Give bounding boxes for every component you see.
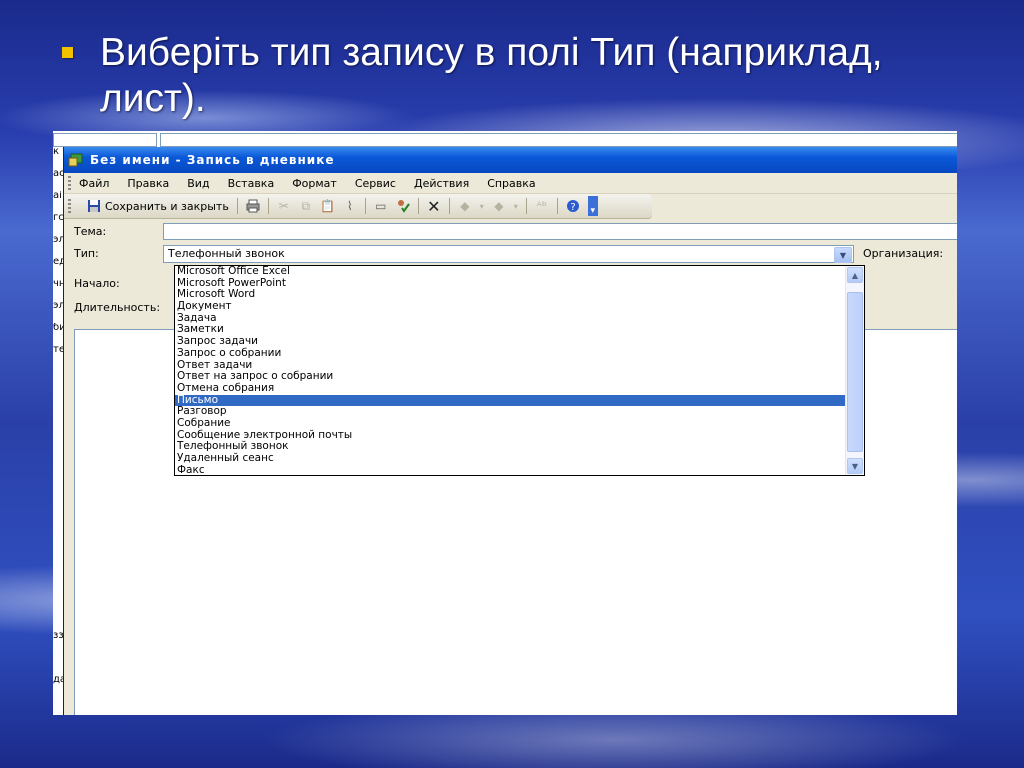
paste-icon[interactable]: 📋 [320,198,336,214]
background-edge-text [53,477,63,499]
dropdown-option[interactable]: Удаленный сеанс [175,452,845,465]
menu-tools[interactable]: Сервис [355,177,396,190]
type-dropdown-items: Microsoft Office Excel Microsoft PowerPoi… [175,265,845,477]
journal-entry-window: Без имени - Запись в дневнике Файл Правк… [63,147,957,715]
background-edge-text [53,389,63,411]
background-edge-text [53,499,63,521]
background-edge-text: гс [53,213,63,223]
background-edge-text [53,697,63,715]
background-edge-text: ас [53,169,63,179]
background-edge-text [53,521,63,543]
start-label: Начало: [74,277,120,290]
help-icon[interactable]: ? [565,198,581,214]
dropdown-option[interactable]: Разговор [175,406,845,418]
organization-label: Организация: [863,247,944,260]
save-and-close-button[interactable]: Сохранить и закрыть [79,196,233,216]
copy-icon[interactable]: ⧉ [298,198,314,214]
dropdown-scrollbar[interactable]: ▲ ▼ [845,266,864,475]
duration-label: Длительность: [74,301,161,314]
menu-format[interactable]: Формат [292,177,337,190]
dropdown-option[interactable]: Телефонный звонок [175,441,845,453]
toolbar-grip[interactable] [68,199,71,213]
slide-bullet-text: Виберіть тип запису в полі Тип (наприкла… [100,31,883,120]
background-edge-text: аі [53,191,62,201]
background-edge-text [53,433,63,455]
menu-view[interactable]: Вид [187,177,209,190]
toolbar-overflow-chevron-icon[interactable]: ▾ [587,196,598,216]
dropdown-option[interactable]: Microsoft PowerPoint [175,277,845,290]
background-edge-text [53,565,63,587]
menubar-grip[interactable] [68,176,71,190]
previous-dropdown-icon[interactable]: ▾ [479,198,485,214]
background-edge-text [53,653,63,675]
background-edge-text: чн [53,279,63,289]
background-edge-text: би [53,323,63,333]
svg-text:?: ? [570,202,575,213]
bullet-square-icon [62,47,73,58]
save-and-close-label: Сохранить и закрыть [105,199,229,213]
dropdown-option[interactable]: Факс [175,464,845,477]
dropdown-option[interactable]: Собрание [175,417,845,430]
dropdown-option[interactable]: Ответ на запрос о собрании [175,370,845,383]
floppy-disk-icon [86,198,102,214]
background-edge-text: ед [53,257,63,267]
journal-icon [68,153,84,167]
menu-bar: Файл Правка Вид Вставка Формат Сервис Де… [64,173,957,194]
dropdown-option[interactable]: Документ [175,300,845,313]
delete-icon[interactable]: ✕ [426,197,442,216]
menu-edit[interactable]: Правка [127,177,169,190]
outlook-screenshot: к ас аі гс эл ед чн эл би те зз да Без имени - Запи… [53,131,957,715]
menu-help[interactable]: Справка [487,177,535,190]
slide-bullet: Виберіть тип запису в полі Тип (наприкла… [62,30,964,122]
background-edge-text: эл [53,301,63,311]
standard-toolbar: Сохранить и закрыть ✂ ⧉ 📋 ⌇ ▭ ✕ ◆ ▾ ◆ ▾ [64,194,652,219]
background-edge-text: зз [53,631,63,641]
next-item-icon[interactable]: ◆ [491,198,507,214]
background-edge-text: к [53,147,60,157]
type-select-value: Телефонный звонок [168,247,285,260]
menu-file[interactable]: Файл [79,177,109,190]
dropdown-option[interactable]: Отмена собрания [175,382,845,395]
type-label: Тип: [74,247,99,260]
background-edge-text [53,587,63,609]
cut-icon[interactable]: ✂ [276,198,292,214]
background-edge-text: эл [53,235,63,245]
background-edge-text [53,543,63,565]
window-title: Без имени - Запись в дневнике [90,153,335,167]
scrollbar-thumb[interactable] [847,292,863,452]
dropdown-option[interactable]: Письмо [175,394,845,407]
scroll-down-icon[interactable]: ▼ [847,458,863,474]
next-dropdown-icon[interactable]: ▾ [513,198,519,214]
journal-form: Тема: Тип: Телефонный звонок ▼ Организац… [64,219,957,715]
type-dropdown-list: Microsoft Office Excel Microsoft PowerPoi… [174,265,865,476]
dropdown-option[interactable]: Заметки [175,324,845,336]
background-edge-text: да [53,675,63,685]
dropdown-option[interactable]: Microsoft Office Excel [175,265,845,278]
subject-label: Тема: [74,225,107,238]
menu-actions[interactable]: Действия [414,177,469,190]
menu-insert[interactable]: Вставка [228,177,275,190]
format-painter-icon[interactable]: ᴬᵇ [534,198,550,214]
type-select[interactable]: Телефонный звонок ▼ [163,245,854,263]
address-book-icon[interactable]: ▭ [373,198,389,214]
attach-icon[interactable]: ⌇ [342,198,358,214]
background-window-strip [53,131,957,148]
background-edge-text: те [53,345,63,355]
dropdown-option[interactable]: Задача [175,312,845,325]
print-icon[interactable] [245,198,261,214]
check-names-icon[interactable] [395,198,411,214]
dropdown-option[interactable]: Запрос о собрании [175,347,845,360]
background-edge-text [53,455,63,477]
window-titlebar[interactable]: Без имени - Запись в дневнике [64,147,957,173]
previous-item-icon[interactable]: ◆ [457,198,473,214]
scroll-up-icon[interactable]: ▲ [847,267,863,283]
dropdown-option[interactable]: Microsoft Word [175,289,845,301]
background-edge-text [53,367,63,389]
chevron-down-icon[interactable]: ▼ [834,247,852,263]
subject-input[interactable] [163,223,957,240]
background-edge-text [53,411,63,433]
background-edge-text [53,609,63,631]
